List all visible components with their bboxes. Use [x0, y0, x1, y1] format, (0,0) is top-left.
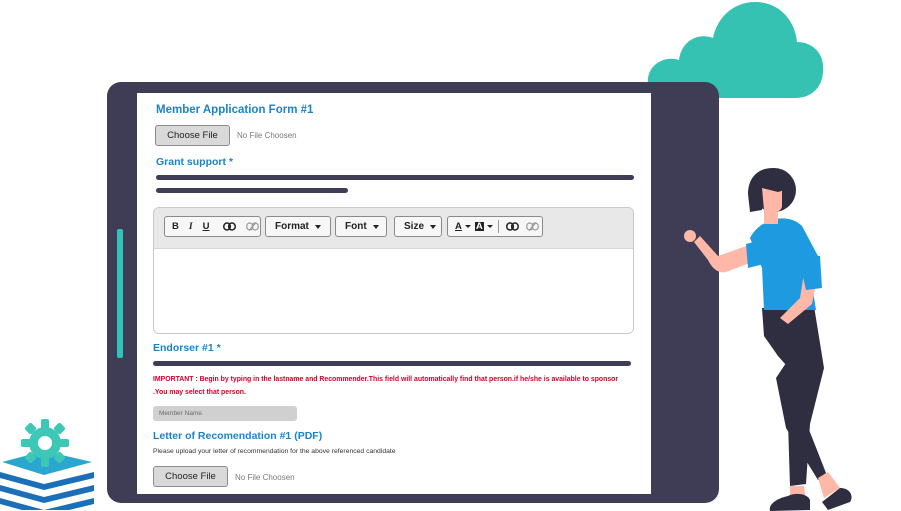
text-color-button[interactable]: A — [454, 217, 463, 236]
unlink-icon[interactable] — [241, 217, 264, 236]
font-dropdown[interactable]: Font — [335, 216, 387, 237]
grant-placeholder-bar-2 — [156, 188, 348, 193]
endorser-placeholder-bar — [153, 361, 631, 366]
choose-file-button-letter[interactable]: Choose File — [153, 466, 228, 487]
application-form-title: Member Application Form #1 — [156, 104, 314, 116]
chevron-down-icon — [464, 225, 471, 228]
unlink-icon[interactable] — [524, 217, 541, 236]
chevron-down-icon — [430, 224, 437, 229]
color-button-group: A A — [447, 216, 543, 237]
size-dropdown[interactable]: Size — [394, 216, 442, 237]
rich-text-editor: B I U Format Font Size A A — [153, 207, 634, 334]
underline-button[interactable]: U — [198, 217, 215, 236]
no-file-text-letter: No File Choosen — [235, 473, 295, 482]
grant-placeholder-bar-1 — [156, 175, 634, 180]
chevron-down-icon — [314, 224, 321, 229]
background-color-button[interactable]: A — [474, 217, 485, 236]
bold-button[interactable]: B — [165, 217, 184, 236]
link-icon[interactable] — [218, 217, 241, 236]
important-notice: IMPORTANT : Begin by typing in the lastn… — [153, 376, 619, 396]
no-file-text: No File Choosen — [237, 131, 297, 140]
tablet-side-handle — [117, 229, 123, 358]
grant-support-label: Grant support * — [156, 156, 234, 168]
format-dropdown-label: Format — [275, 221, 309, 232]
format-button-group: B I U — [164, 216, 261, 237]
member-name-input[interactable] — [153, 406, 297, 421]
chevron-down-icon — [486, 225, 493, 228]
font-dropdown-label: Font — [345, 221, 367, 232]
chevron-down-icon — [372, 224, 379, 229]
size-dropdown-label: Size — [404, 221, 425, 232]
form-screen: Member Application Form #1 Choose File N… — [137, 93, 651, 494]
upload-instruction: Please upload your letter of recommendat… — [153, 448, 396, 455]
toolbar-divider — [497, 220, 499, 233]
editor-toolbar: B I U Format Font Size A A — [154, 208, 633, 249]
choose-file-button[interactable]: Choose File — [155, 125, 230, 146]
format-dropdown[interactable]: Format — [265, 216, 331, 237]
woman-illustration — [684, 168, 852, 511]
editor-text-area[interactable] — [154, 249, 633, 333]
gear-stack-logo — [0, 419, 94, 510]
endorser-label: Endorser #1 * — [153, 342, 221, 354]
link-icon[interactable] — [501, 217, 524, 236]
italic-button[interactable]: I — [184, 217, 198, 236]
letter-of-recommendation-title: Letter of Recomendation #1 (PDF) — [153, 430, 323, 442]
